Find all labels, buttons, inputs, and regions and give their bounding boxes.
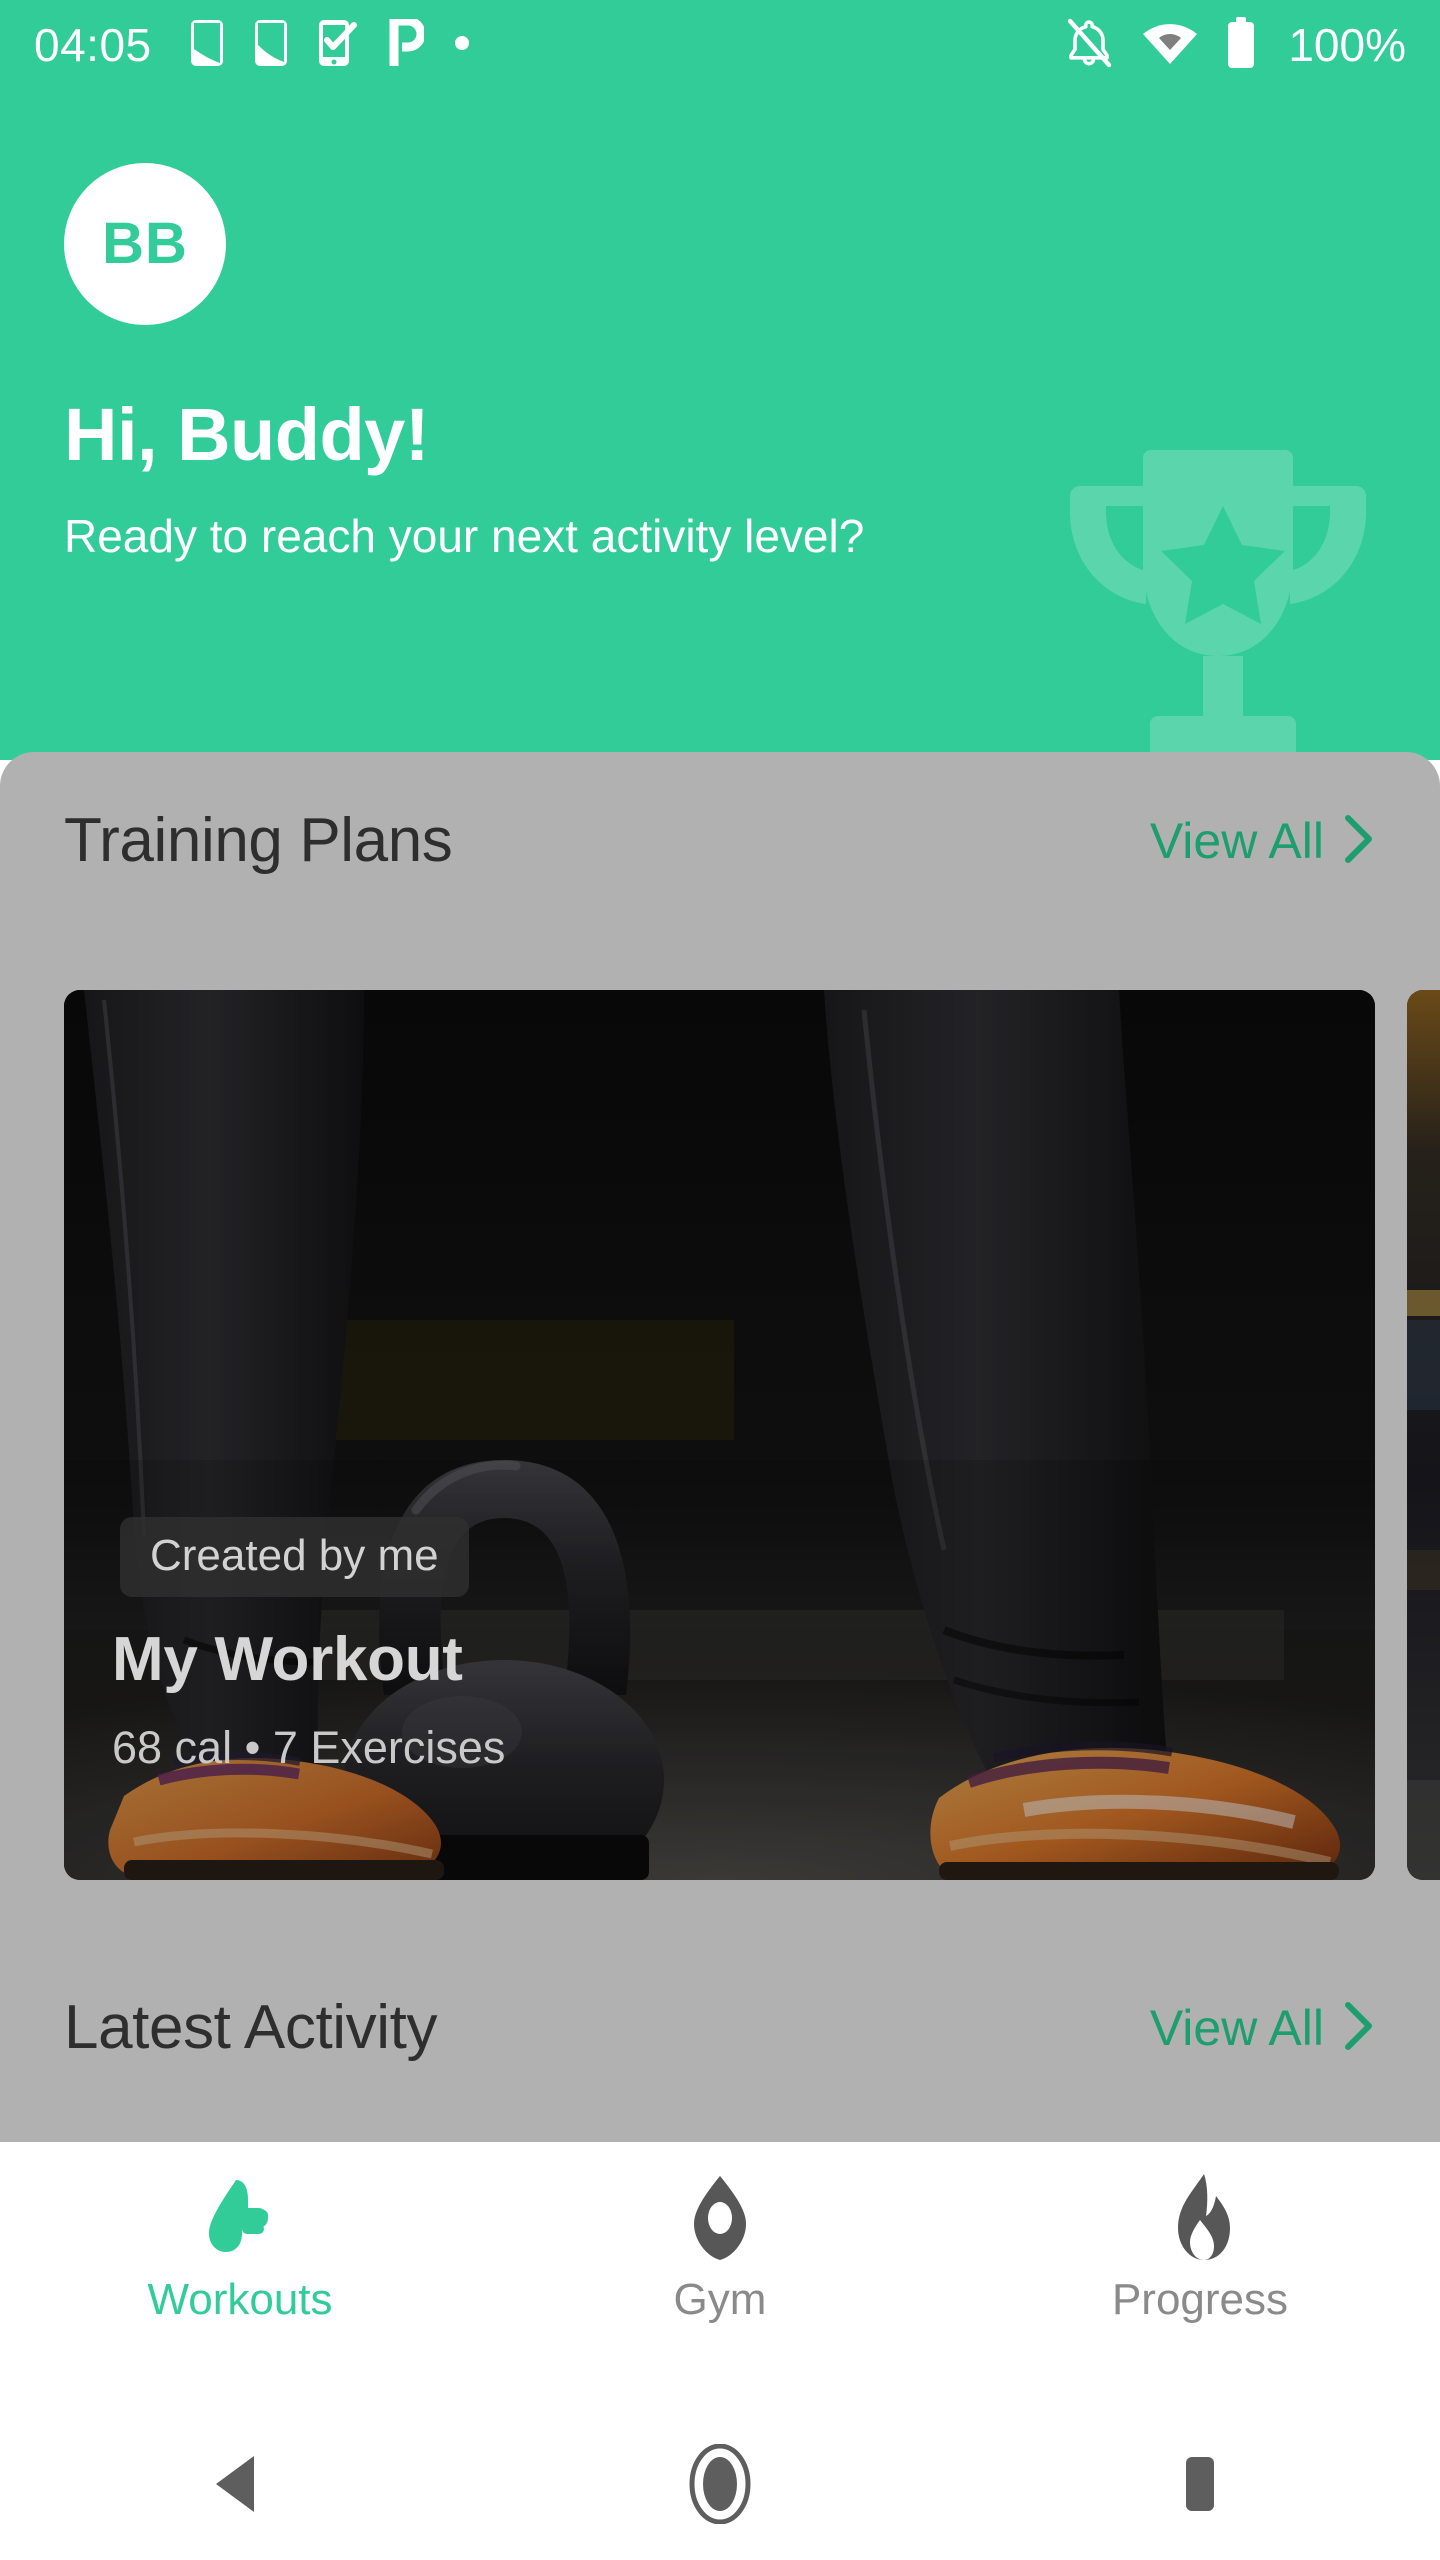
avatar[interactable]: BB <box>64 163 226 325</box>
latest-activity-header: Latest Activity View All <box>0 1997 1440 2059</box>
location-pin-icon <box>672 2170 768 2266</box>
p-logo-icon <box>388 16 426 72</box>
app-screen: 04:05 100% BB Hi, Buddy! Ready to reach … <box>0 0 1440 2560</box>
chevron-right-icon <box>1342 2000 1376 2057</box>
notifications-off-icon <box>1064 17 1114 74</box>
avatar-initials: BB <box>102 211 188 276</box>
dot-icon <box>454 35 470 56</box>
bottom-tab-bar: Workouts Gym Progress <box>0 2142 1440 2412</box>
training-plan-card[interactable] <box>1407 990 1440 1880</box>
gym-photo <box>1407 990 1440 1880</box>
training-plan-card[interactable]: Created by me My Workout 68 cal • 7 Exer… <box>64 990 1375 1880</box>
view-all-label: View All <box>1149 813 1324 869</box>
training-plans-view-all-button[interactable]: View All <box>1150 813 1376 870</box>
trophy-icon <box>1028 448 1418 760</box>
flame-icon <box>1152 2170 1248 2266</box>
tab-label: Gym <box>673 2275 767 2324</box>
tab-gym[interactable]: Gym <box>480 2142 960 2322</box>
phone-signal-icon <box>190 19 224 72</box>
phone-check-icon <box>318 19 358 72</box>
tab-progress[interactable]: Progress <box>960 2142 1440 2322</box>
triangle-back-icon <box>210 2452 270 2521</box>
latest-activity-view-all-button[interactable]: View All <box>1150 2000 1376 2057</box>
chevron-right-icon <box>1342 813 1376 870</box>
recents-button[interactable] <box>960 2453 1440 2520</box>
battery-full-icon <box>1226 16 1256 74</box>
status-bar-system-icons: 100% <box>1064 16 1406 74</box>
card-meta: 68 cal • 7 Exercises <box>112 1722 506 1773</box>
circle-home-icon <box>685 2443 755 2529</box>
android-navigation-bar <box>0 2412 1440 2560</box>
latest-activity-title: Latest Activity <box>64 1993 438 2062</box>
battery-percentage-label: 100% <box>1288 19 1406 71</box>
tab-label: Progress <box>1111 2275 1289 2324</box>
back-button[interactable] <box>0 2452 480 2521</box>
home-button[interactable] <box>480 2443 960 2529</box>
training-plans-title: Training Plans <box>64 806 453 875</box>
status-bar-notification-icons <box>190 16 470 72</box>
greeting-title: Hi, Buddy! <box>64 393 429 476</box>
status-bar: 04:05 100% <box>0 0 1440 90</box>
content-sheet: Training Plans View All Created by me My… <box>0 752 1440 2142</box>
greeting-subtitle: Ready to reach your next activity level? <box>64 510 865 562</box>
training-plans-header: Training Plans View All <box>0 810 1440 872</box>
training-plans-card-list[interactable]: Created by me My Workout 68 cal • 7 Exer… <box>0 990 1440 1880</box>
shoe-print-icon <box>192 2170 288 2266</box>
wifi-icon <box>1142 20 1198 71</box>
card-title: My Workout <box>112 1625 463 1694</box>
header-section: 04:05 100% BB Hi, Buddy! Ready to reach … <box>0 0 1440 760</box>
status-bar-clock: 04:05 <box>34 19 152 71</box>
card-badge: Created by me <box>120 1517 469 1597</box>
tab-workouts[interactable]: Workouts <box>0 2142 480 2322</box>
view-all-label: View All <box>1149 2000 1324 2056</box>
greeting-block: Hi, Buddy! Ready to reach your next acti… <box>64 398 964 567</box>
square-recents-icon <box>1173 2453 1227 2520</box>
phone-signal-icon <box>254 19 288 72</box>
tab-label: Workouts <box>147 2275 333 2324</box>
